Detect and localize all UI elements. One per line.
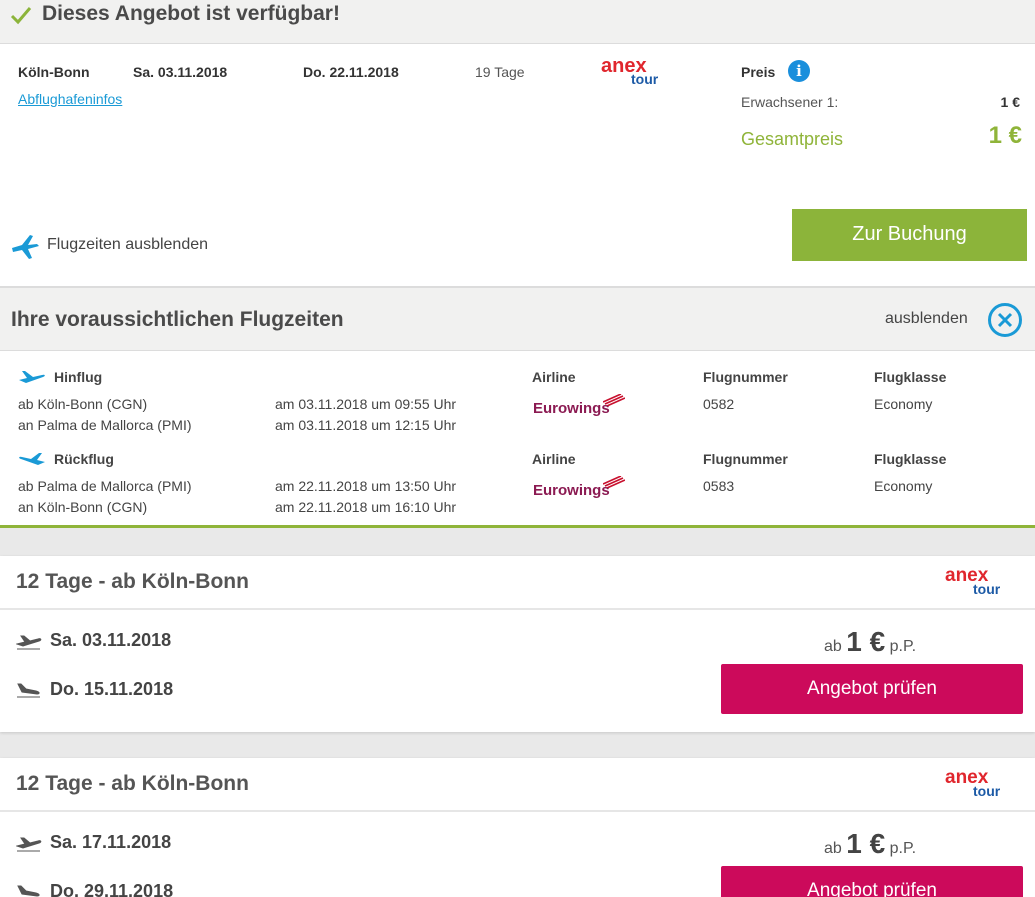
flightnumber-header: Flugnummer	[703, 451, 788, 467]
anex-tour-logo: anex tour	[945, 566, 1000, 596]
end-date: Do. 22.11.2018	[303, 64, 399, 80]
adult-label: Erwachsener 1:	[741, 94, 839, 110]
info-icon[interactable]: i	[788, 60, 810, 82]
return-flight-number: 0583	[703, 478, 735, 494]
flight-times-title: Ihre voraussichtlichen Flugzeiten	[11, 308, 344, 331]
anex-tour-logo: anex tour	[945, 768, 1000, 798]
airline-header: Airline	[532, 369, 576, 385]
flightnumber-header: Flugnummer	[703, 369, 788, 385]
takeoff-icon	[16, 635, 42, 650]
landing-icon	[17, 683, 40, 698]
class-header: Flugklasse	[874, 369, 947, 385]
toggle-flights-link[interactable]: Flugzeiten ausblenden	[47, 236, 208, 254]
takeoff-icon	[16, 837, 42, 852]
availability-title: Dieses Angebot ist verfügbar!	[42, 2, 340, 25]
class-header: Flugklasse	[874, 451, 947, 467]
eurowings-logo: Eurowings	[533, 476, 625, 499]
offer-price: ab 1 € p.P.	[824, 626, 916, 658]
flight-details: Hinflug ab Köln-Bonn (CGN) an Palma de M…	[0, 351, 1035, 528]
availability-header: Dieses Angebot ist verfügbar!	[0, 0, 1035, 44]
close-icon[interactable]	[988, 303, 1022, 337]
check-offer-button[interactable]: Angebot prüfen	[721, 664, 1023, 714]
outbound-arrive-time: am 03.11.2018 um 12:15 Uhr	[275, 417, 457, 433]
airline-name: Eurowings	[533, 482, 610, 499]
offer-card: 12 Tage - ab Köln-Bonn anex tour Sa. 17.…	[0, 758, 1035, 897]
logo-tour-text: tour	[631, 71, 659, 87]
offer-price: ab 1 € p.P.	[824, 828, 916, 860]
offer-card: 12 Tage - ab Köln-Bonn anex tour Sa. 03.…	[0, 556, 1035, 732]
flight-times-header: Ihre voraussichtlichen Flugzeiten ausble…	[0, 288, 1035, 351]
outbound-class: Economy	[874, 396, 933, 412]
return-from: ab Palma de Mallorca (PMI)	[18, 478, 192, 494]
offer-summary: Köln-Bonn Sa. 03.11.2018 Do. 22.11.2018 …	[0, 44, 1035, 286]
landing-icon	[17, 885, 40, 897]
airport-info-link[interactable]: Abflughafeninfos	[18, 91, 122, 107]
return-depart-time: am 22.11.2018 um 13:50 Uhr	[275, 478, 457, 494]
airline-name: Eurowings	[533, 400, 610, 417]
offer-return-date: Do. 29.11.2018	[50, 881, 174, 897]
logo-tour-text: tour	[973, 581, 1001, 597]
price-prefix: ab	[824, 840, 842, 857]
departure-plane-icon	[19, 371, 45, 383]
check-icon	[10, 7, 32, 25]
trip-duration: 19 Tage	[475, 64, 525, 80]
offer-outbound-date: Sa. 17.11.2018	[50, 832, 172, 852]
plane-icon[interactable]	[10, 234, 40, 260]
price-value: 1 €	[846, 828, 886, 859]
airline-header: Airline	[532, 451, 576, 467]
offer-outbound-date: Sa. 03.11.2018	[50, 630, 172, 650]
outbound-flight-number: 0582	[703, 396, 735, 412]
return-arrive-time: am 22.11.2018 um 16:10 Uhr	[275, 499, 457, 515]
divider	[0, 810, 1035, 812]
check-offer-button[interactable]: Angebot prüfen	[721, 866, 1023, 897]
offer-card-title: 12 Tage - ab Köln-Bonn	[16, 772, 249, 795]
offer-card-title: 12 Tage - ab Köln-Bonn	[16, 570, 249, 593]
adult-price: 1 €	[1000, 94, 1020, 110]
offer-return-date: Do. 15.11.2018	[50, 679, 174, 699]
total-label: Gesamtpreis	[741, 129, 844, 149]
outbound-from: ab Köln-Bonn (CGN)	[18, 396, 148, 412]
outbound-to: an Palma de Mallorca (PMI)	[18, 417, 192, 433]
price-suffix: p.P.	[889, 840, 917, 857]
eurowings-logo: Eurowings	[533, 394, 625, 417]
price-prefix: ab	[824, 638, 842, 655]
eurowings-stripes-icon	[603, 394, 625, 406]
divider	[0, 608, 1035, 610]
price-suffix: p.P.	[889, 638, 917, 655]
outbound-label: Hinflug	[54, 369, 103, 385]
eurowings-stripes-icon	[603, 476, 625, 488]
return-to: an Köln-Bonn (CGN)	[18, 499, 148, 515]
departure-airport: Köln-Bonn	[18, 64, 90, 80]
start-date: Sa. 03.11.2018	[133, 64, 228, 80]
logo-tour-text: tour	[973, 783, 1001, 799]
total-price: 1 €	[988, 122, 1022, 149]
price-label: Preis	[741, 64, 776, 80]
outbound-depart-time: am 03.11.2018 um 09:55 Uhr	[275, 396, 457, 412]
arrival-plane-icon	[19, 453, 45, 465]
price-value: 1 €	[846, 626, 886, 657]
hide-flight-times-link[interactable]: ausblenden	[885, 310, 968, 328]
return-label: Rückflug	[54, 451, 114, 467]
anex-tour-logo: anex tour	[601, 56, 658, 86]
book-button[interactable]: Zur Buchung	[792, 209, 1027, 261]
return-class: Economy	[874, 478, 933, 494]
